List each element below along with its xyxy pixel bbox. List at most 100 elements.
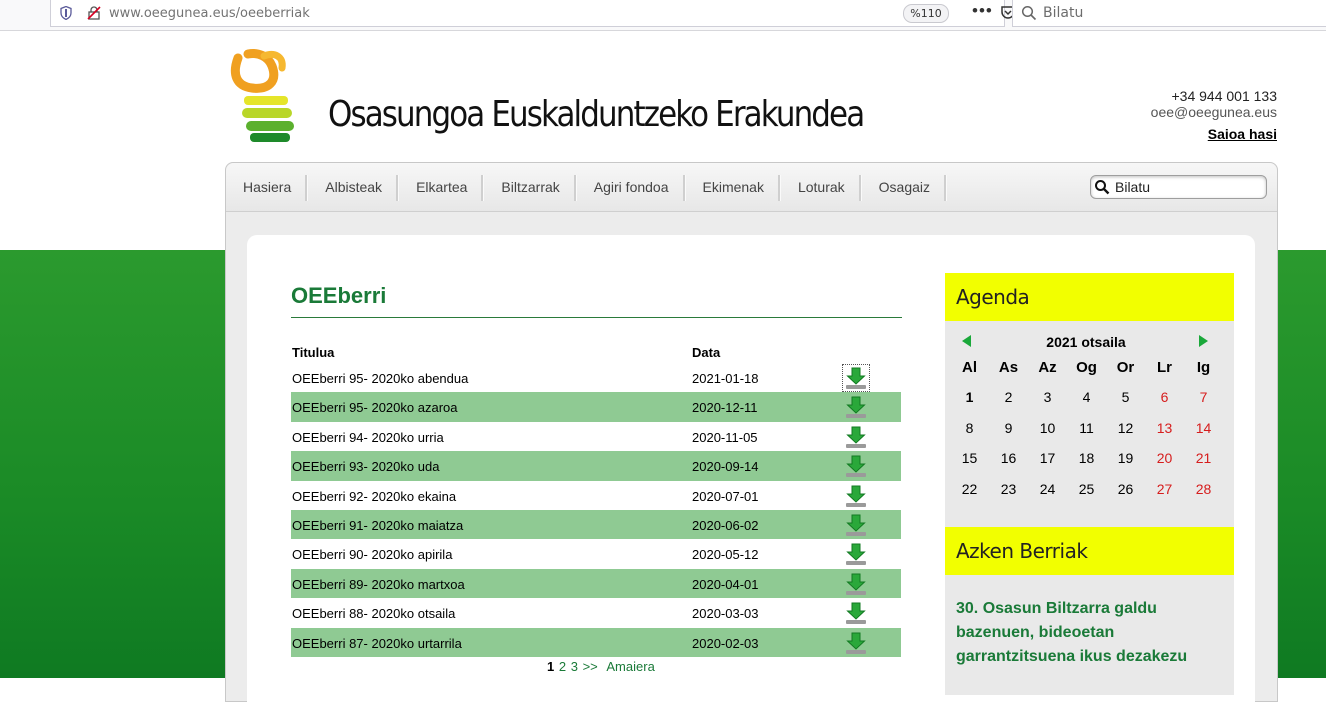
page-link-3[interactable]: 3 xyxy=(571,659,578,674)
calendar-day[interactable]: 23 xyxy=(989,481,1028,497)
latest-news-title: Azken Berriak xyxy=(945,527,1234,575)
download-icon[interactable] xyxy=(843,630,869,656)
oee-logo[interactable] xyxy=(228,46,306,146)
row-title: OEEberri 95- 2020ko azaroa xyxy=(292,400,458,416)
contact-phone: +34 944 001 133 xyxy=(1171,88,1278,104)
nav-item-elkartea[interactable]: Elkartea xyxy=(399,163,485,211)
table-row: OEEberri 95- 2020ko azaroa 2020-12-11 xyxy=(291,392,901,422)
row-date: 2020-07-01 xyxy=(692,488,759,504)
calendar-day[interactable]: 21 xyxy=(1184,450,1223,466)
contact-email[interactable]: oee@oeegunea.eus xyxy=(1151,104,1277,120)
download-icon[interactable] xyxy=(843,483,869,509)
row-date: 2020-02-03 xyxy=(692,635,759,651)
table-row: OEEberri 91- 2020ko maiatza 2020-06-02 xyxy=(291,509,901,540)
calendar-weekday: Ig xyxy=(1196,359,1211,376)
nav-item-ekimenak[interactable]: Ekimenak xyxy=(686,163,782,211)
download-icon[interactable] xyxy=(843,571,869,597)
next-month-icon[interactable] xyxy=(1199,335,1208,347)
download-icon[interactable] xyxy=(843,453,869,479)
page-next-link[interactable]: >> xyxy=(583,659,598,674)
page-last-link[interactable]: Amaiera xyxy=(606,659,654,674)
nav-item-loturak[interactable]: Loturak xyxy=(781,163,862,211)
row-date: 2020-04-01 xyxy=(692,576,759,592)
login-link[interactable]: Saioa hasi xyxy=(1151,126,1277,142)
row-title: OEEberri 87- 2020ko urtarrila xyxy=(292,635,462,651)
pagination: 1 2 3 >> Amaiera xyxy=(547,659,656,674)
calendar-day[interactable]: 3 xyxy=(1028,389,1067,405)
calendar-day[interactable]: 26 xyxy=(1106,481,1145,497)
calendar-day[interactable]: 6 xyxy=(1145,389,1184,405)
calendar-day[interactable]: 7 xyxy=(1184,389,1223,405)
browser-search-placeholder: Bilatu xyxy=(1043,5,1084,21)
calendar-day[interactable]: 25 xyxy=(1067,481,1106,497)
download-icon[interactable] xyxy=(843,600,869,626)
row-title: OEEberri 95- 2020ko abendua xyxy=(292,371,469,386)
calendar-day[interactable]: 11 xyxy=(1067,420,1106,436)
calendar-day[interactable]: 9 xyxy=(989,420,1028,436)
row-title: OEEberri 93- 2020ko uda xyxy=(292,459,440,475)
calendar-weekday: Lr xyxy=(1157,359,1172,376)
row-title: OEEberri 88- 2020ko otsaila xyxy=(292,606,456,622)
site-search-input[interactable]: Bilatu xyxy=(1090,175,1267,199)
calendar-day[interactable]: 4 xyxy=(1067,389,1106,405)
nav-item-osagaiz[interactable]: Osagaiz xyxy=(862,163,948,211)
nav-item-agiri-fondoa[interactable]: Agiri fondoa xyxy=(577,163,686,211)
row-date: 2020-11-05 xyxy=(692,429,758,445)
calendar-day[interactable]: 20 xyxy=(1145,450,1184,466)
download-icon[interactable] xyxy=(843,424,869,450)
contact-info: +34 944 001 133 oee@oeegunea.eus Saioa h… xyxy=(1151,88,1277,142)
row-date: 2020-12-11 xyxy=(692,400,758,416)
page-link-2[interactable]: 2 xyxy=(559,659,566,674)
calendar-day[interactable]: 5 xyxy=(1106,389,1145,405)
row-date: 2020-06-02 xyxy=(692,517,759,533)
calendar-weekday: Og xyxy=(1076,359,1097,376)
calendar-day[interactable]: 27 xyxy=(1145,481,1184,497)
calendar-day[interactable]: 24 xyxy=(1028,481,1067,497)
calendar-day[interactable]: 17 xyxy=(1028,450,1067,466)
calendar-nav: 2021 otsaila xyxy=(945,333,1234,351)
calendar-day[interactable]: 16 xyxy=(989,450,1028,466)
address-bar[interactable]: www.oeegunea.eus/oeeberriak %110 ••• xyxy=(50,0,1046,27)
table-header: Titulua Data xyxy=(291,343,901,363)
calendar-day[interactable]: 13 xyxy=(1145,420,1184,436)
calendar-day[interactable]: 12 xyxy=(1106,420,1145,436)
site-search-placeholder: Bilatu xyxy=(1115,179,1151,195)
table-row: OEEberri 88- 2020ko otsaila 2020-03-03 xyxy=(291,598,901,627)
agenda-title: Agenda xyxy=(945,273,1234,321)
calendar-day[interactable]: 10 xyxy=(1028,420,1067,436)
calendar-day[interactable]: 14 xyxy=(1184,420,1223,436)
news-headline-link[interactable]: 30. Osasun Biltzarra galdu bazenuen, bid… xyxy=(956,597,1224,669)
tracking-shield-icon[interactable] xyxy=(60,6,72,20)
download-icon[interactable] xyxy=(843,541,869,567)
browser-search-bar[interactable]: Bilatu xyxy=(1012,0,1326,27)
site-title: Osasungoa Euskalduntzeko Erakundea xyxy=(328,94,865,135)
row-title: OEEberri 91- 2020ko maiatza xyxy=(292,517,464,533)
insecure-lock-icon[interactable] xyxy=(87,6,101,20)
calendar-day[interactable]: 2 xyxy=(989,389,1028,405)
row-title: OEEberri 90- 2020ko apirila xyxy=(292,547,453,563)
calendar-day[interactable]: 19 xyxy=(1106,450,1145,466)
zoom-level-button[interactable]: %110 xyxy=(903,4,949,23)
url-domain: www.oeegunea.eus xyxy=(109,6,236,21)
calendar-day[interactable]: 8 xyxy=(950,420,989,436)
calendar-day[interactable]: 1 xyxy=(950,389,989,405)
calendar-weekday: Or xyxy=(1116,359,1135,376)
calendar-day[interactable]: 18 xyxy=(1067,450,1106,466)
calendar-day[interactable]: 22 xyxy=(950,481,989,497)
page-title: OEEberri xyxy=(291,283,902,318)
calendar-day[interactable]: 28 xyxy=(1184,481,1223,497)
nav-item-hasiera[interactable]: Hasiera xyxy=(226,163,309,211)
row-title: OEEberri 92- 2020ko ekaina xyxy=(292,488,457,504)
download-icon[interactable] xyxy=(843,512,869,538)
nav-item-albisteak[interactable]: Albisteak xyxy=(308,163,399,211)
page-actions-icon[interactable]: ••• xyxy=(972,1,993,21)
calendar-month: 2021 otsaila xyxy=(1046,334,1126,350)
nav-items: Hasiera Albisteak Elkartea Biltzarrak Ag… xyxy=(226,163,948,211)
url-path: /oeeberriak xyxy=(235,6,310,21)
calendar-day[interactable]: 15 xyxy=(950,450,989,466)
nav-item-biltzarrak[interactable]: Biltzarrak xyxy=(484,163,578,211)
calendar-weekday: As xyxy=(998,359,1019,376)
download-icon[interactable] xyxy=(843,394,869,420)
table-row: OEEberri 93- 2020ko uda 2020-09-14 xyxy=(291,451,901,481)
download-icon[interactable] xyxy=(842,364,870,392)
